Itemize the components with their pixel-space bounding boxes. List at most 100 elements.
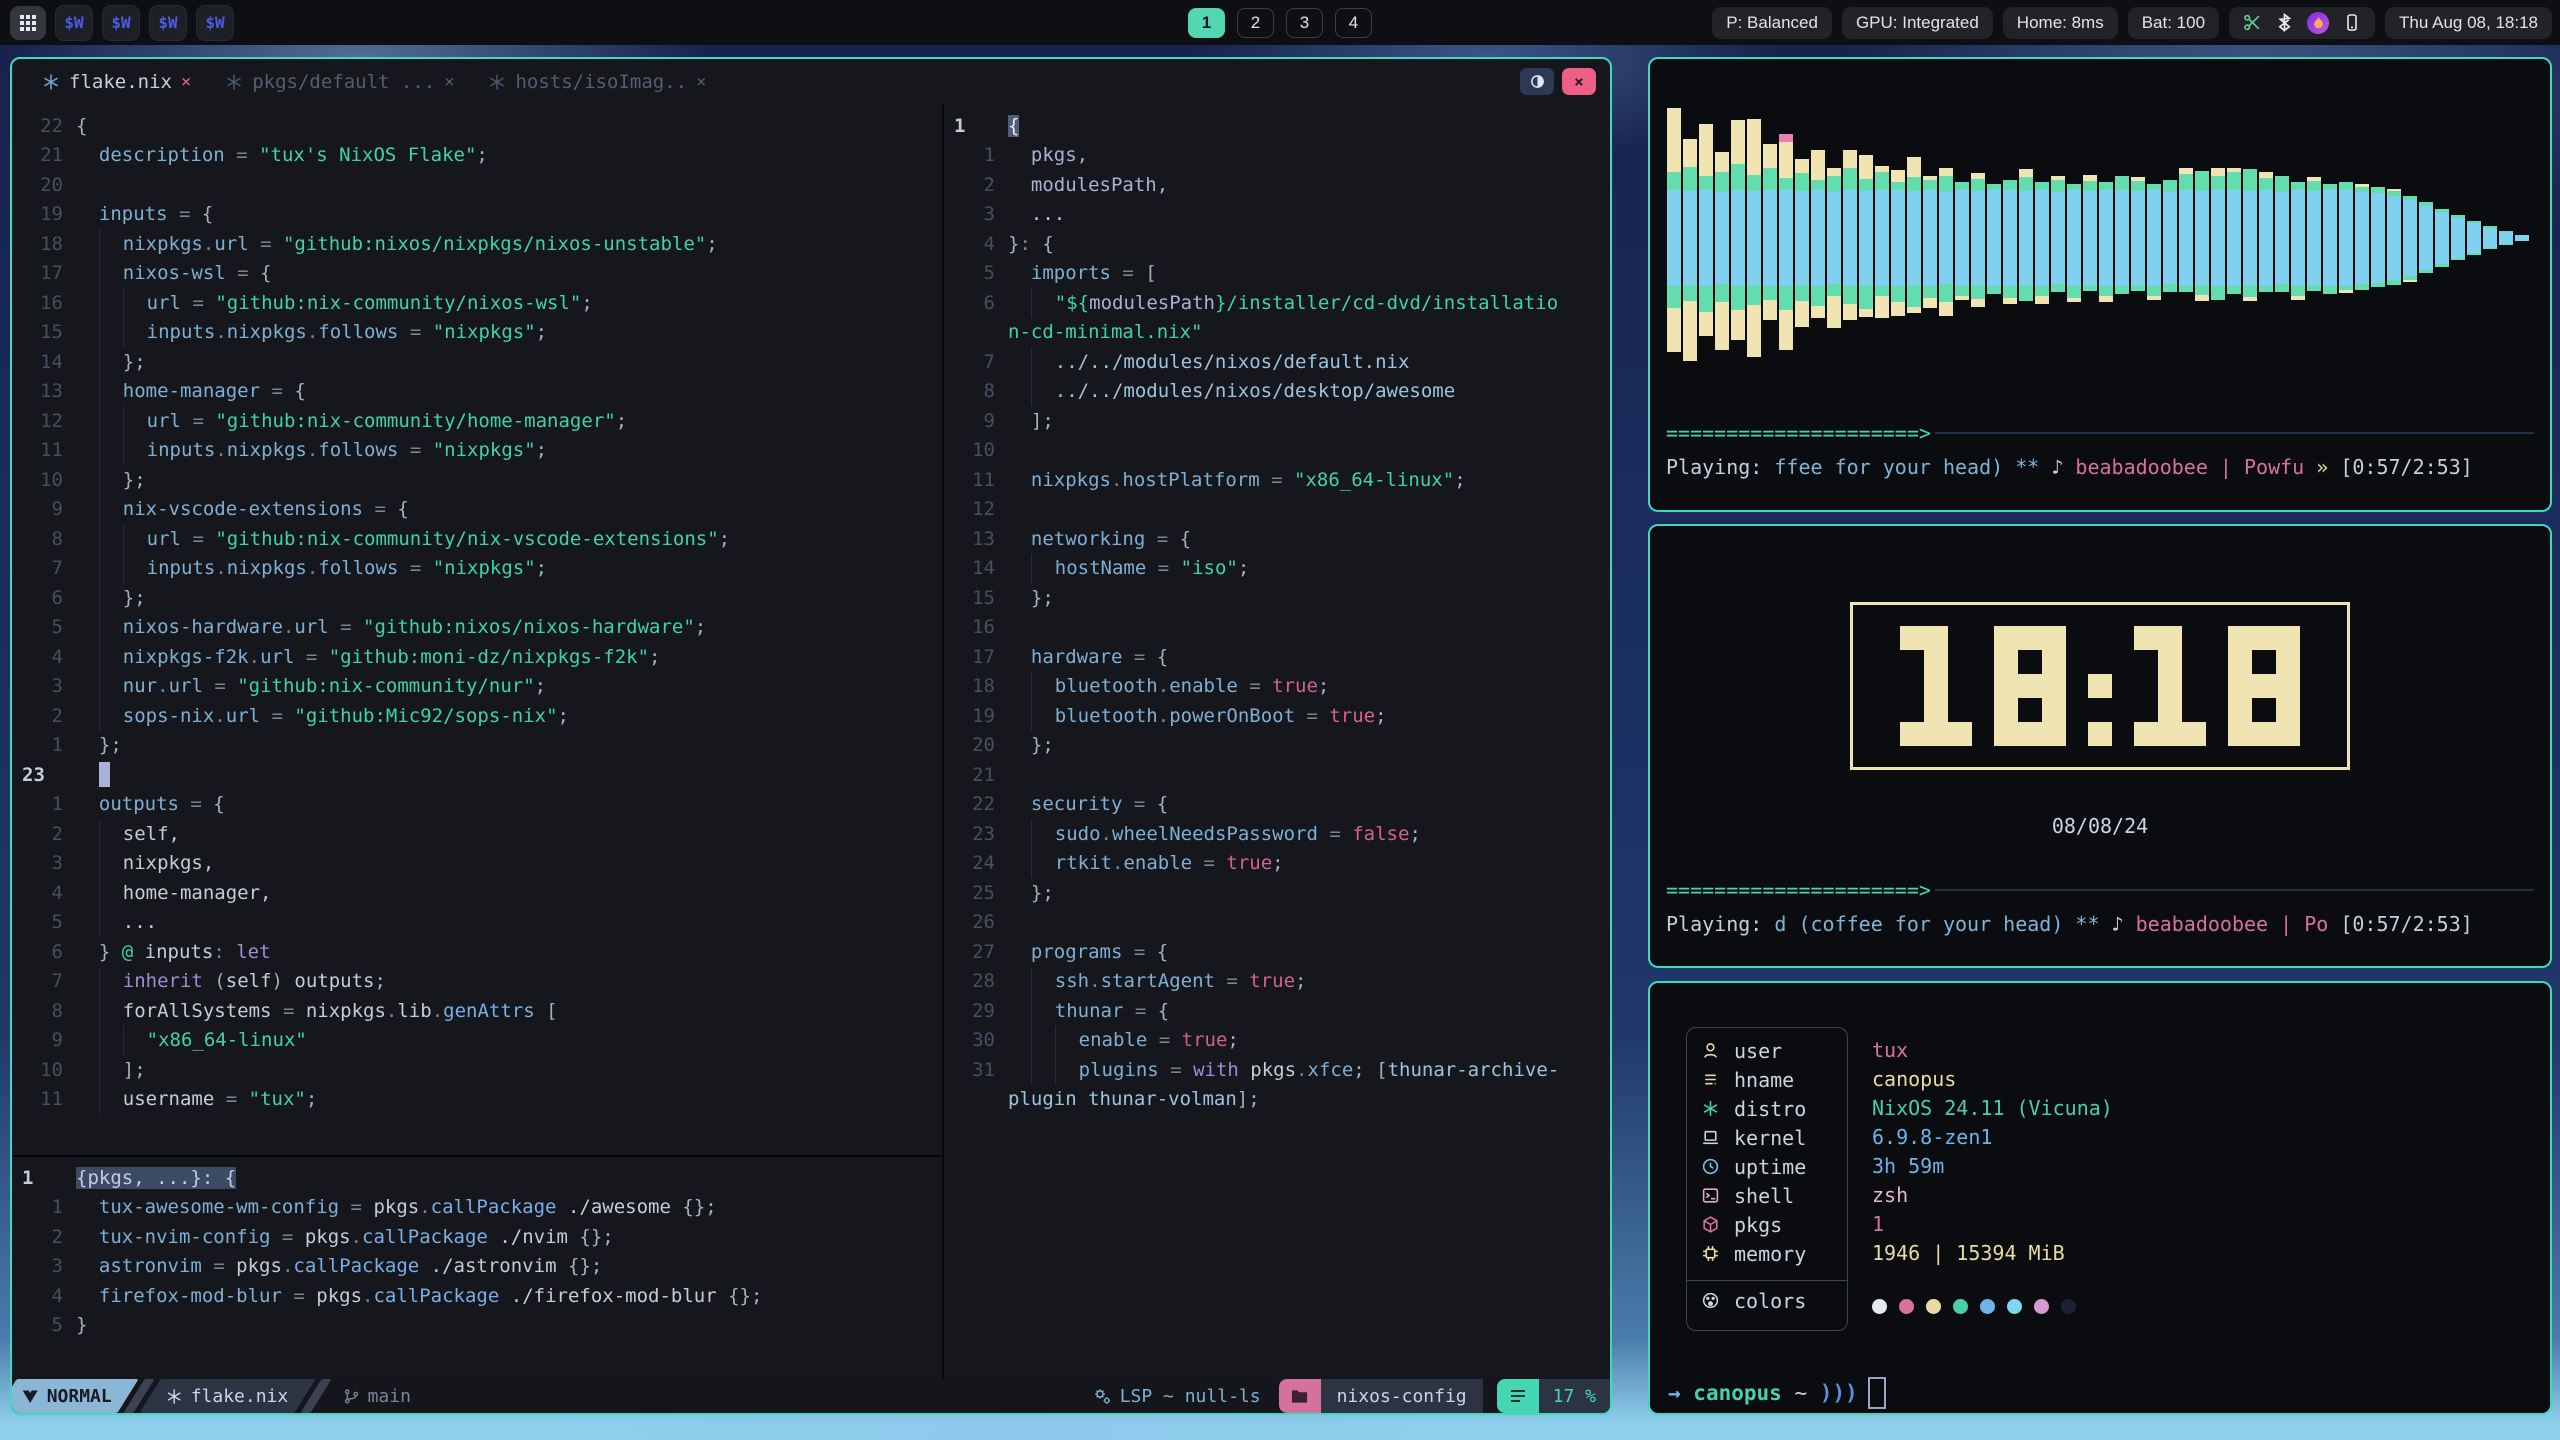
line-number: 10 [12,1059,76,1081]
line-number: 6 [12,587,76,609]
statusline-right: LSP ~ null-ls nixos-config 17 % [1093,1379,1610,1413]
indent-guide [99,524,123,554]
tag-3[interactable]: 3 [1286,8,1323,38]
palette-icon [1701,1291,1720,1310]
code-token: ./nvim [488,1226,580,1248]
scissors-icon[interactable] [2243,13,2262,32]
indent-guide [99,613,123,643]
visualizer-segment [2147,190,2161,286]
indent-guide [1031,288,1055,318]
visualizer-segment [2483,248,2497,249]
pane-hosts-isoimage-nix[interactable]: 1{1pkgs,2modulesPath,3...4}: {5imports =… [944,105,1610,1385]
visualizer-segment [2307,191,2321,285]
visualizer-segment [1683,285,1697,301]
indent-guide [1031,554,1055,584]
clock-digit [1900,626,1972,746]
indent-guide [76,583,99,613]
fetch-label-box: userhnamedistrokerneluptimeshellpkgsmemo… [1686,1027,1848,1331]
code-token: ssh [1055,970,1089,992]
clock-window: 08/08/24 =====================> Playing:… [1648,524,2552,968]
visualizer-segment [1747,305,1761,357]
visualizer-segment [1827,192,1841,284]
code-token: nixpkgs [123,233,203,255]
code-line: 24rtkit.enable = true; [944,849,1610,879]
indent-guide [123,524,147,554]
visualizer-segment [1939,176,1953,192]
code-line: 7../../modules/nixos/default.nix [944,347,1610,377]
indent-guide [99,347,123,377]
visualizer-segment [1875,172,1889,190]
code-line: 29thunar = { [944,996,1610,1026]
pane-pkgs-default-nix[interactable]: 1{pkgs, ...}: {1tux-awesome-wm-config = … [12,1157,942,1385]
visualizer-segment [2035,286,2049,296]
fetch-label: user [1734,1039,1782,1063]
visualizer-window: =====================> Playing: ffee for… [1648,57,2552,512]
visualizer-segment [1683,139,1697,167]
code-token: . [282,1255,293,1277]
code-token: ; [1238,557,1249,579]
flame-glyph [2312,16,2325,30]
line-number: 7 [944,351,1008,373]
visualizer-segment [2483,226,2497,228]
status-area: P: Balanced GPU: Integrated Home: 8ms Ba… [1712,0,2552,45]
color-dot [2034,1299,2049,1314]
indent-guide [1031,672,1055,702]
phone-icon[interactable] [2343,13,2361,32]
code-token: inputs [147,439,216,461]
visualizer-bar [1970,73,1986,403]
tag-2[interactable]: 2 [1237,8,1274,38]
code-token: sops-nix [123,705,215,727]
code-line: 1}; [12,731,942,761]
visualizer-segment [2003,286,2017,298]
workspace-icon-4[interactable]: $W [196,5,234,41]
visualizer-segment [1811,150,1825,180]
visualizer-segment [2339,190,2353,286]
indent-guide [76,1055,99,1085]
power-profile-badge[interactable]: P: Balanced [1712,7,1832,39]
code-token: "x86_64-linux" [147,1029,307,1051]
tag-1[interactable]: 1 [1188,8,1225,38]
gpu-badge[interactable]: GPU: Integrated [1842,7,1993,39]
tag-4[interactable]: 4 [1335,8,1372,38]
code-token: xfce [1308,1059,1354,1081]
visualizer-segment [2195,171,2209,191]
line-number: 23 [944,823,1008,845]
visualizer-segment [2227,172,2241,190]
code-token: pkgs, [1031,144,1088,166]
visualizer-segment [1843,190,1857,286]
code-token: follows [318,321,398,343]
shell-prompt[interactable]: → canopus ~ ))) [1668,1377,1886,1409]
workspace-icon-3[interactable]: $W [149,5,187,41]
clock-badge[interactable]: Thu Aug 08, 18:18 [2385,7,2552,39]
code-token: pkgs [236,1255,282,1277]
visualizer-segment [2115,176,2129,190]
terminal-window[interactable]: userhnamedistrokerneluptimeshellpkgsmemo… [1648,981,2552,1415]
code-token: true [1226,852,1272,874]
flame-icon[interactable] [2307,12,2329,34]
bluetooth-icon[interactable] [2276,13,2293,32]
app-grid-icon[interactable] [10,6,46,40]
visualizer-bar [2466,73,2482,403]
visualizer-segment [2035,296,2049,304]
visualizer-segment [1747,175,1761,191]
code-token: = [1260,469,1294,491]
code-token: { [294,380,305,402]
code-token: pkgs [316,1285,362,1307]
code-token: . [1158,675,1169,697]
code-token: callPackage [293,1255,419,1277]
pane-flake-nix[interactable]: 22{21description = "tux's NixOS Flake";2… [12,105,942,1161]
code-token: : [1019,233,1042,255]
visualizer-segment [1699,176,1713,190]
code-line: 7inherit (self) outputs; [12,967,942,997]
code-line: 11username = "tux"; [12,1085,942,1115]
workspace-icon-1[interactable]: $W [55,5,93,41]
ping-badge[interactable]: Home: 8ms [2003,7,2118,39]
code-line: 5... [12,908,942,938]
visualizer-segment [1763,286,1777,300]
battery-badge[interactable]: Bat: 100 [2128,7,2219,39]
workspace-icon-2[interactable]: $W [102,5,140,41]
visualizer-segment [2099,296,2113,302]
code-token: nixpkgs [227,439,307,461]
indent-guide [76,819,99,849]
code-token: = [214,1088,248,1110]
